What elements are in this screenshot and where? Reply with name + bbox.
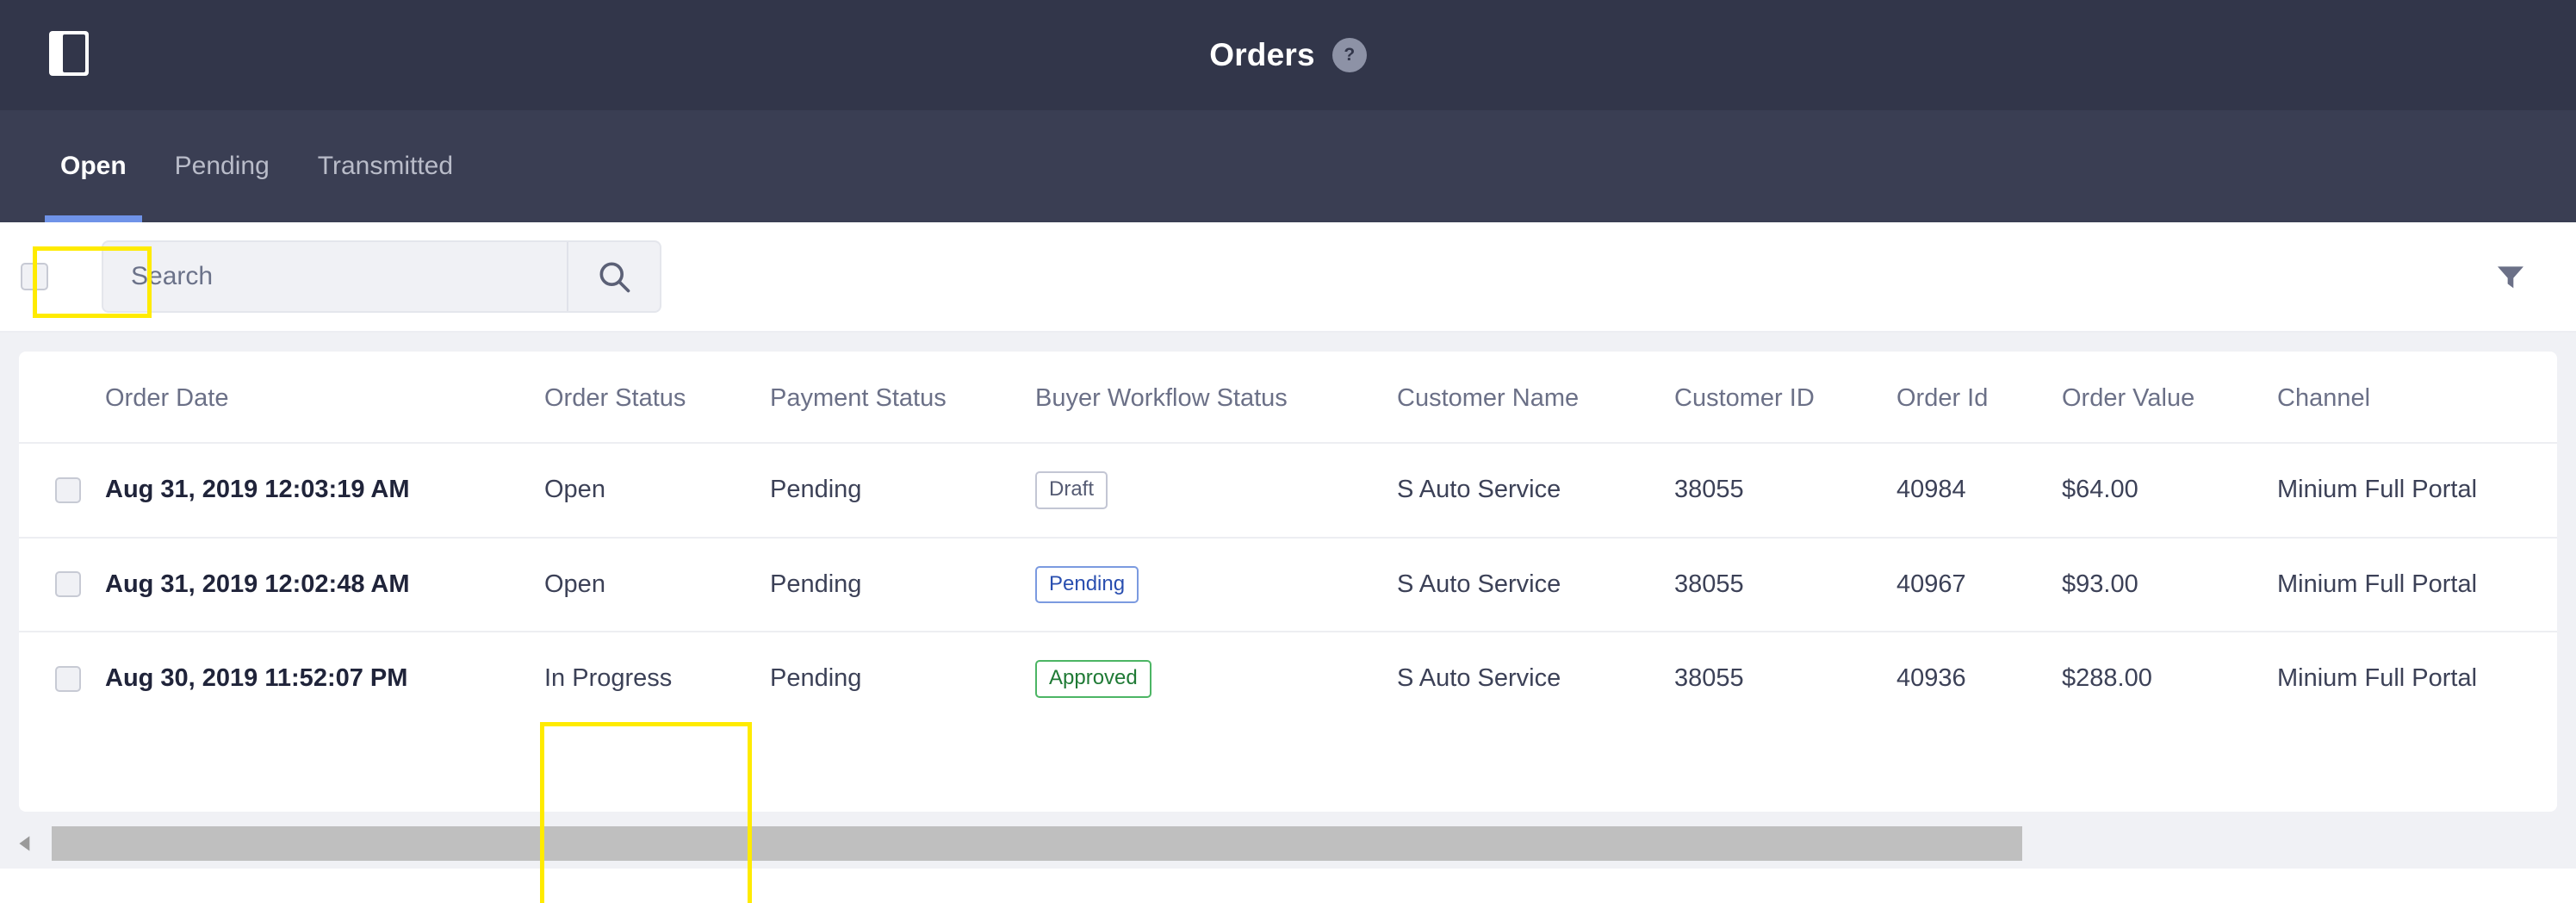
orders-table: Order Date Order Status Payment Status B… bbox=[19, 352, 2557, 726]
help-icon[interactable]: ? bbox=[1331, 38, 1367, 72]
column-header-channel[interactable]: Channel bbox=[2277, 352, 2557, 444]
cell-customer-id: 38055 bbox=[1674, 664, 1744, 693]
scrollbar-thumb[interactable] bbox=[52, 826, 2022, 861]
column-header-order-status[interactable]: Order Status bbox=[544, 352, 770, 444]
search-icon[interactable] bbox=[567, 242, 660, 311]
row-checkbox-cell bbox=[19, 443, 105, 539]
cell-customer-id: 38055 bbox=[1674, 537, 1896, 633]
column-header-buyer-workflow-status[interactable]: Buyer Workflow Status bbox=[1035, 352, 1397, 444]
cell-order-status: In Progress bbox=[544, 664, 673, 693]
cell-order-date: Aug 31, 2019 12:02:48 AM bbox=[105, 537, 544, 633]
table-header-row: Order Date Order Status Payment Status B… bbox=[19, 352, 2557, 444]
cell-order-date: Aug 30, 2019 11:52:07 PM bbox=[105, 664, 408, 693]
search-box bbox=[102, 240, 661, 313]
cell-channel: Minium Full Portal bbox=[2277, 443, 2557, 539]
cell-order-status: Open bbox=[544, 443, 770, 539]
column-header-customer-id[interactable]: Customer ID bbox=[1674, 352, 1896, 444]
column-header-customer-name[interactable]: Customer Name bbox=[1397, 352, 1674, 444]
tab-pending-label: Pending bbox=[174, 152, 270, 180]
cell-order-value: $288.00 bbox=[2062, 664, 2152, 693]
app-header: Orders ? bbox=[0, 0, 2576, 110]
cell-customer-name: S Auto Service bbox=[1397, 664, 1561, 693]
tab-transmitted[interactable]: Transmitted bbox=[294, 110, 477, 222]
filter-icon[interactable] bbox=[2485, 251, 2536, 302]
chevron-left-icon[interactable] bbox=[0, 825, 52, 863]
table-header: Order Date Order Status Payment Status B… bbox=[19, 352, 2557, 444]
header-title-group: Orders ? bbox=[0, 0, 2576, 110]
cell-order-id: 40984 bbox=[1896, 443, 2062, 539]
tab-bar: Open Pending Transmitted bbox=[0, 110, 2576, 318]
table-body: Aug 31, 2019 12:03:19 AM Open Pending Dr… bbox=[19, 443, 2557, 726]
status-badge: Draft bbox=[1035, 471, 1108, 509]
tab-transmitted-label: Transmitted bbox=[317, 152, 454, 180]
table-row[interactable]: Aug 31, 2019 12:03:19 AM Open Pending Dr… bbox=[19, 443, 2557, 539]
page-title: Orders bbox=[1209, 37, 1315, 72]
table-row[interactable]: Aug 30, 2019 11:52:07 PM In Progress Pen… bbox=[19, 632, 2557, 726]
row-checkbox-cell bbox=[19, 537, 105, 633]
cell-buyer-workflow-status: Approved bbox=[1035, 632, 1397, 726]
cell-order-id: 40967 bbox=[1896, 537, 2062, 633]
scrollbar-track[interactable] bbox=[52, 826, 2576, 861]
table-row[interactable]: Aug 31, 2019 12:02:48 AM Open Pending Pe… bbox=[19, 537, 2557, 633]
cell-customer-name: S Auto Service bbox=[1397, 443, 1674, 539]
cell-order-status: Open bbox=[544, 537, 770, 633]
column-header-checkbox bbox=[19, 352, 105, 444]
search-input[interactable] bbox=[103, 242, 567, 311]
cell-customer-name: S Auto Service bbox=[1397, 537, 1674, 633]
cell-order-value: $93.00 bbox=[2062, 537, 2277, 633]
row-checkbox[interactable] bbox=[55, 571, 81, 598]
cell-buyer-workflow-status: Pending bbox=[1035, 537, 1397, 633]
row-checkbox[interactable] bbox=[55, 665, 81, 692]
tab-open[interactable]: Open bbox=[36, 110, 151, 222]
cell-customer-id: 38055 bbox=[1674, 443, 1896, 539]
column-header-order-id[interactable]: Order Id bbox=[1896, 352, 2062, 444]
cell-order-date: Aug 31, 2019 12:03:19 AM bbox=[105, 443, 544, 539]
cell-channel: Minium Full Portal bbox=[2277, 537, 2557, 633]
status-badge: Pending bbox=[1035, 565, 1139, 604]
cell-order-id: 40936 bbox=[1896, 664, 1966, 693]
select-all-checkbox[interactable] bbox=[21, 263, 48, 290]
status-badge: Approved bbox=[1035, 660, 1151, 698]
table-area: Order Date Order Status Payment Status B… bbox=[0, 333, 2576, 903]
row-checkbox[interactable] bbox=[55, 476, 81, 503]
cell-payment-status: Pending bbox=[770, 443, 1035, 539]
column-header-order-value[interactable]: Order Value bbox=[2062, 352, 2277, 444]
column-header-payment-status[interactable]: Payment Status bbox=[770, 352, 1035, 444]
orders-table-card: Order Date Order Status Payment Status B… bbox=[19, 352, 2557, 812]
row-checkbox-cell bbox=[19, 632, 105, 726]
cell-payment-status: Pending bbox=[770, 664, 862, 693]
column-header-order-date[interactable]: Order Date bbox=[105, 352, 544, 444]
cell-order-value: $64.00 bbox=[2062, 443, 2277, 539]
tab-pending[interactable]: Pending bbox=[151, 110, 294, 222]
horizontal-scrollbar[interactable] bbox=[0, 819, 2576, 869]
cell-channel: Minium Full Portal bbox=[2277, 664, 2478, 693]
cell-payment-status: Pending bbox=[770, 537, 1035, 633]
tab-open-label: Open bbox=[60, 152, 127, 180]
table-toolbar bbox=[0, 222, 2576, 333]
cell-buyer-workflow-status: Draft bbox=[1035, 443, 1397, 539]
